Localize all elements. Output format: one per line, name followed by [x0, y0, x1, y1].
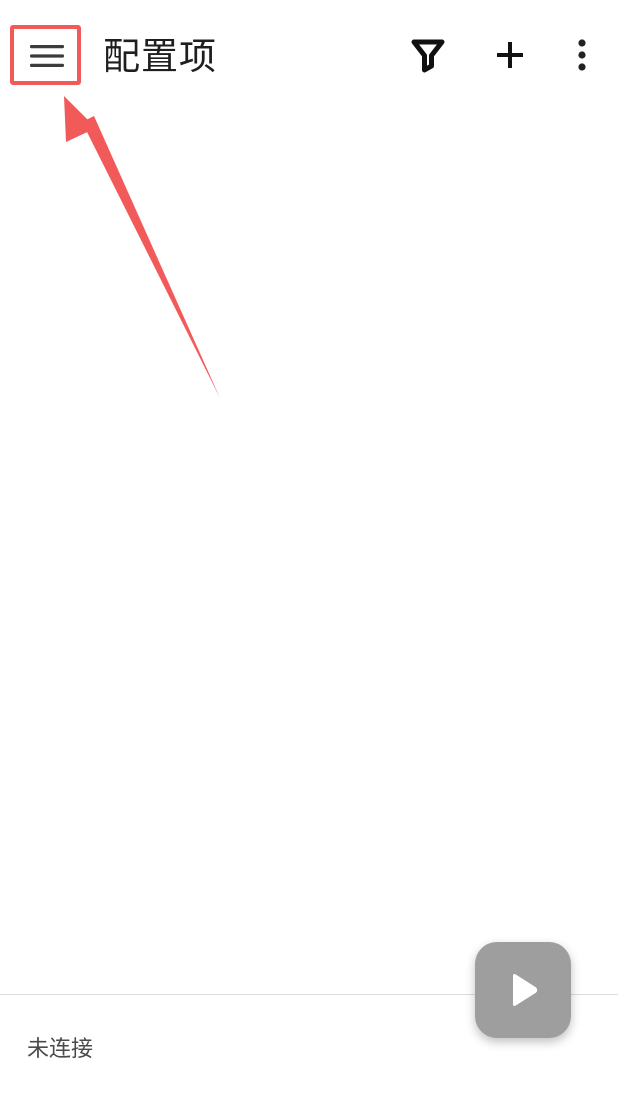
filter-button[interactable] — [404, 30, 452, 80]
menu-button[interactable] — [12, 26, 82, 86]
app-bar: 配置项 — [0, 0, 618, 110]
more-vertical-icon — [578, 39, 586, 71]
filter-icon — [411, 39, 445, 73]
screen: 配置项 未连接 — [0, 0, 618, 1101]
play-icon — [513, 974, 538, 1006]
menu-icon — [30, 45, 64, 67]
add-button[interactable] — [486, 30, 534, 80]
connect-fab-button[interactable] — [475, 942, 571, 1038]
more-options-button[interactable] — [562, 30, 602, 80]
plus-icon — [497, 42, 523, 68]
connection-status: 未连接 — [27, 1037, 94, 1062]
page-title: 配置项 — [103, 35, 217, 78]
annotation-arrow — [64, 96, 220, 398]
